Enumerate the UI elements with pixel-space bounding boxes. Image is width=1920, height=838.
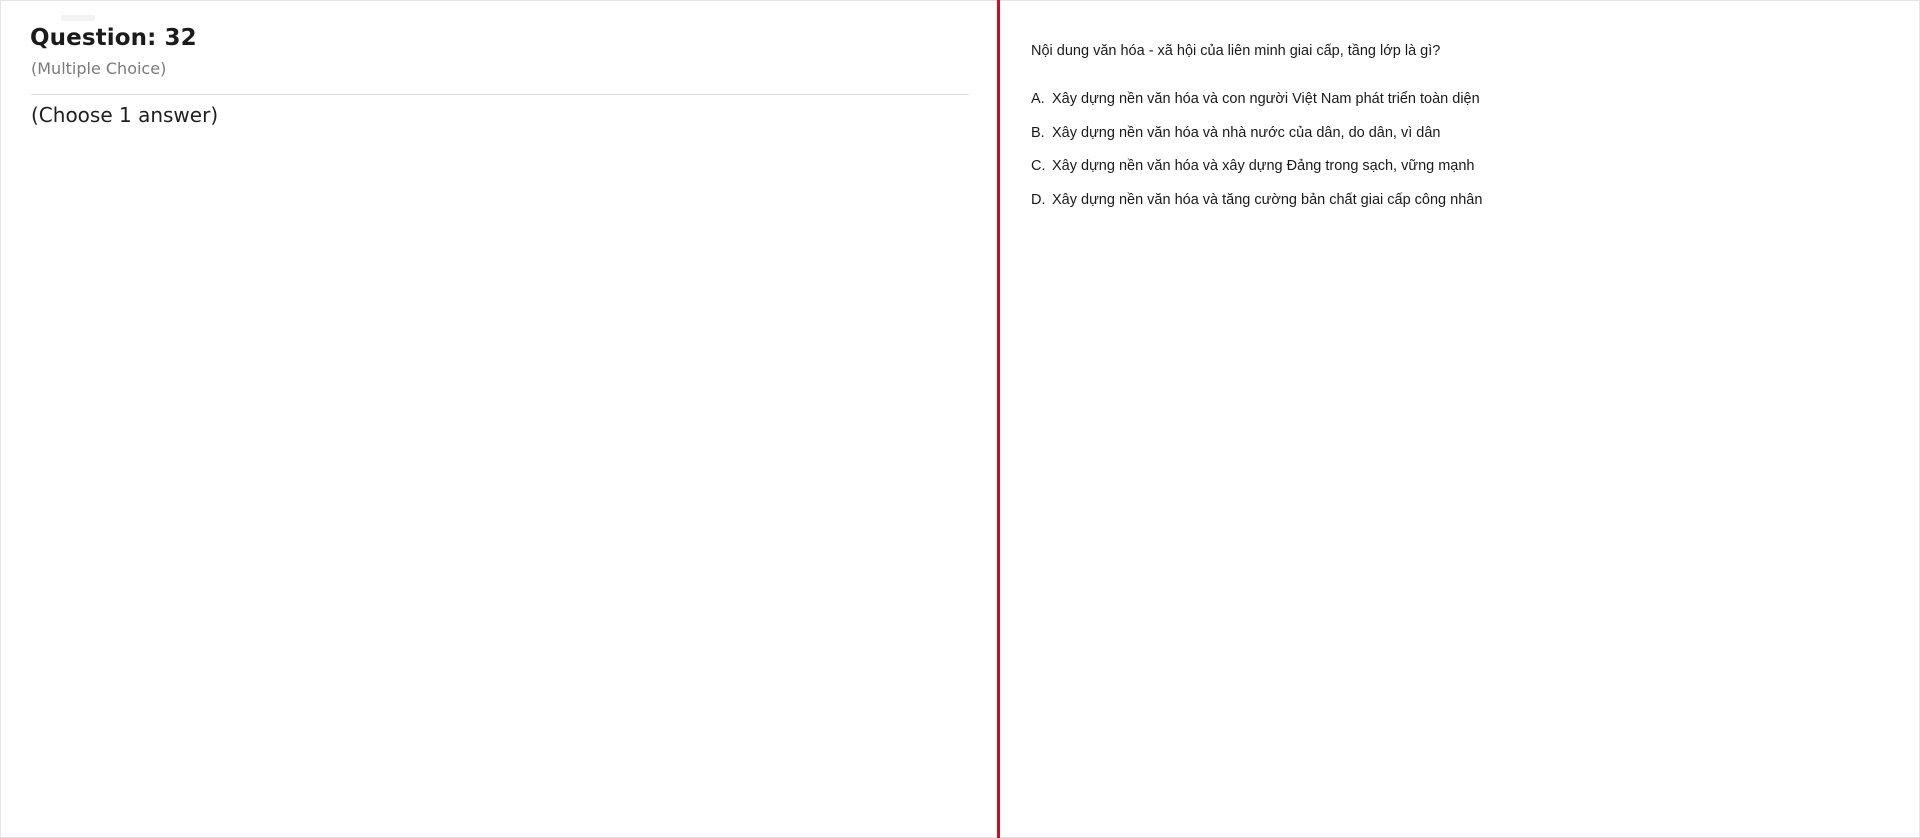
answer-option-a[interactable]: A. Xây dựng nền văn hóa và con người Việ… bbox=[1031, 91, 1482, 125]
faint-tab-decoration bbox=[61, 15, 95, 21]
option-text: Xây dựng nền văn hóa và xây dựng Đảng tr… bbox=[1052, 158, 1475, 174]
option-letter: C. bbox=[1031, 158, 1046, 174]
question-info-pane: Question: 32 (Multiple Choice) (Choose 1… bbox=[1, 1, 997, 837]
option-text: Xây dựng nền văn hóa và con người Việt N… bbox=[1052, 91, 1480, 107]
option-letter: D. bbox=[1031, 191, 1046, 208]
question-divider bbox=[31, 94, 969, 95]
answer-option-d[interactable]: D. Xây dựng nền văn hóa và tăng cường bả… bbox=[1031, 192, 1482, 226]
question-content-pane: Nội dung văn hóa - xã hội của liên minh … bbox=[1000, 1, 1918, 837]
option-letter: A. bbox=[1031, 91, 1045, 107]
answer-option-b[interactable]: B. Xây dựng nền văn hóa và nhà nước của … bbox=[1031, 125, 1482, 159]
option-letter: B. bbox=[1031, 124, 1045, 141]
answer-instruction: (Choose 1 answer) bbox=[31, 103, 219, 127]
answer-options: A. Xây dựng nền văn hóa và con người Việ… bbox=[1031, 91, 1482, 225]
question-type: (Multiple Choice) bbox=[31, 59, 167, 78]
question-title: Question: 32 bbox=[30, 25, 197, 51]
answer-option-c[interactable]: C. Xây dựng nền văn hóa và xây dựng Đảng… bbox=[1031, 158, 1482, 192]
option-text: Xây dựng nền văn hóa và tăng cường bản c… bbox=[1052, 191, 1483, 208]
option-text: Xây dựng nền văn hóa và nhà nước của dân… bbox=[1052, 124, 1441, 141]
question-prompt: Nội dung văn hóa - xã hội của liên minh … bbox=[1031, 43, 1441, 59]
